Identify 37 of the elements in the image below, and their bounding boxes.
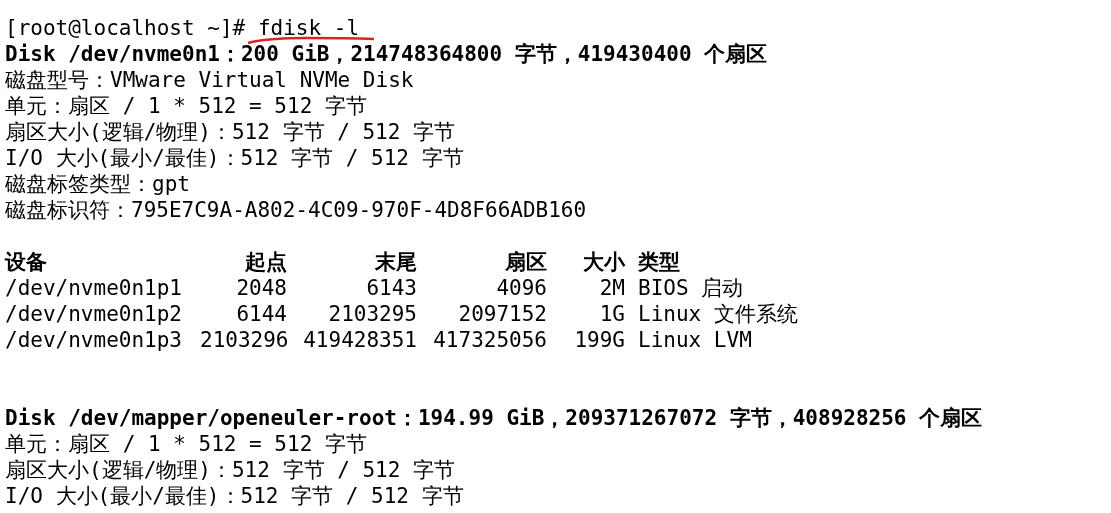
output-line: 磁盘标签类型：gpt (5, 171, 190, 197)
output-line: 单元：扇区 / 1 * 512 = 512 字节 (5, 93, 367, 119)
table-cell-text: 419428351 (302, 327, 417, 353)
output-line: I/O 大小(最小/最佳)：512 字节 / 512 字节 (5, 145, 464, 171)
output-line: 磁盘型号：VMware Virtual NVMe Disk (5, 67, 414, 93)
output-line: 扇区大小(逻辑/物理)：512 字节 / 512 字节 (5, 119, 455, 145)
table-cell-text: /dev/nvme0n1p2 (5, 301, 183, 327)
table-cell-text: 1G (598, 301, 625, 327)
table-cell-text: 6143 (365, 275, 417, 301)
output-line: I/O 大小(最小/最佳)：512 字节 / 512 字节 (5, 483, 464, 509)
table-cell-text: 417325056 (432, 327, 547, 353)
shell-prompt: [root@localhost ~]# (5, 15, 247, 41)
table-cell-text: 2048 (235, 275, 287, 301)
table-cell-text: Linux LVM (637, 327, 753, 353)
disk-heading: Disk /dev/mapper/openeuler-root：194.99 GiB，209371267072 字节，408928256 个扇区 (5, 405, 983, 431)
table-cell-text: 2M (598, 275, 625, 301)
table-cell-text: 4096 (495, 275, 547, 301)
column-header: 类型 (637, 249, 681, 275)
column-header: 末尾 (374, 249, 417, 275)
column-header: 设备 (5, 249, 48, 275)
table-cell-text: 2097152 (457, 301, 547, 327)
output-line: 磁盘标识符：795E7C9A-A802-4C09-970F-4D8F66ADB160 (5, 197, 587, 223)
table-cell-text: BIOS 启动 (637, 275, 745, 301)
column-header: 起点 (244, 249, 287, 275)
table-cell-text: /dev/nvme0n1p3 (5, 327, 183, 353)
table-cell: 2103296 (200, 327, 287, 353)
command-text: fdisk -l (257, 16, 360, 40)
table-cell-text: 6144 (235, 301, 287, 327)
table-cell-text: 2103295 (327, 301, 417, 327)
output-line: 单元：扇区 / 1 * 512 = 512 字节 (5, 431, 367, 457)
output-line: 扇区大小(逻辑/物理)：512 字节 / 512 字节 (5, 457, 455, 483)
table-cell-text: /dev/nvme0n1p1 (5, 275, 183, 301)
column-header: 大小 (582, 249, 625, 275)
disk-heading: Disk /dev/nvme0n1：200 GiB，214748364800 字节，419430400 个扇区 (5, 41, 768, 67)
table-cell-text: 199G (573, 327, 625, 353)
table-cell-text: Linux 文件系统 (637, 301, 798, 327)
column-header: 扇区 (504, 249, 547, 275)
